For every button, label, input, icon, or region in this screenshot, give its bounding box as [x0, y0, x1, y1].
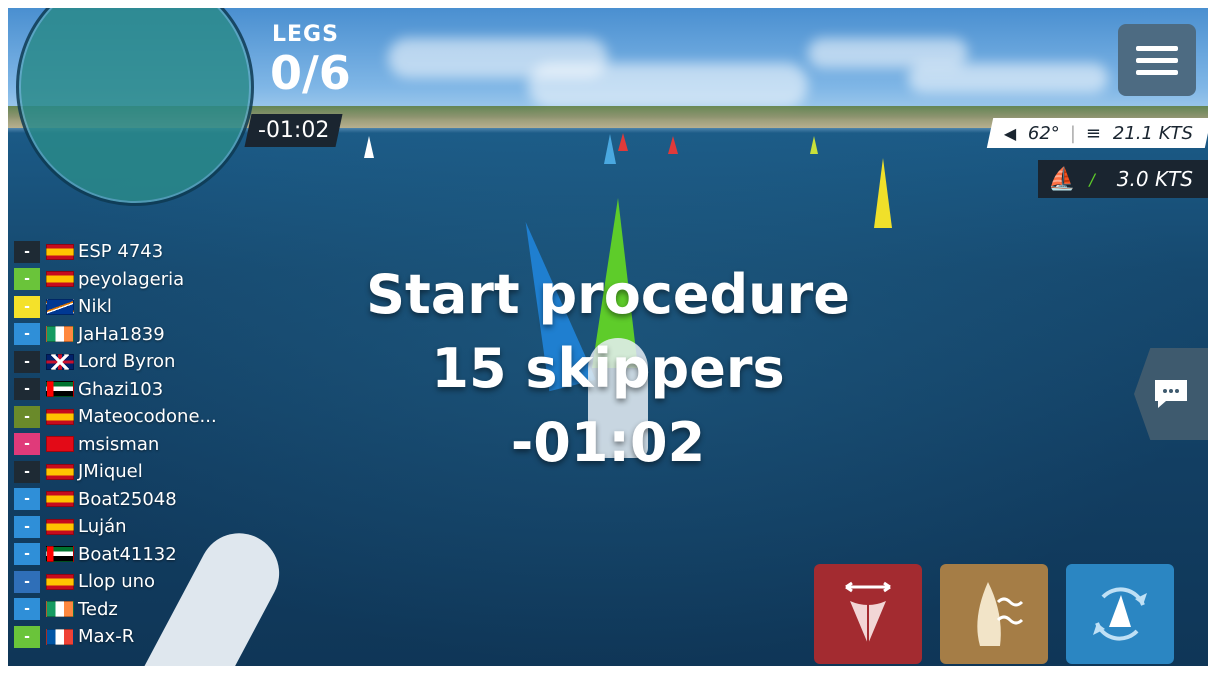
flag-icon — [46, 573, 74, 590]
start-overlay: Start procedure 15 skippers -01:02 — [8, 258, 1208, 480]
speed-indicator-icon: / — [1089, 169, 1095, 189]
legs-label: LEGS — [272, 22, 339, 47]
flag-icon — [46, 518, 74, 535]
distant-boat — [604, 134, 616, 164]
distant-boat — [618, 133, 628, 151]
overlay-skippers: 15 skippers — [431, 337, 785, 400]
skipper-name: Llop uno — [78, 571, 156, 593]
flag-icon — [46, 628, 74, 645]
wind-vane-icon: ◀ — [1004, 123, 1017, 143]
menu-button[interactable] — [1118, 24, 1196, 96]
sail-change-button[interactable] — [940, 564, 1048, 664]
rank-position: - — [14, 488, 40, 511]
wind-angle: 62° — [1028, 122, 1061, 144]
overlay-countdown: -01:02 — [510, 411, 706, 474]
tack-rotate-icon — [1093, 587, 1147, 641]
yellow-boat — [874, 158, 892, 228]
rank-position: - — [14, 598, 40, 621]
sail-trim-button[interactable] — [814, 564, 922, 664]
wind-info: ◀ 62° | ≡ 21.1 KTS — [986, 118, 1208, 148]
boat-speed: 3.0 KTS — [1116, 167, 1193, 191]
flag-icon — [46, 546, 74, 563]
rank-position: - — [14, 543, 40, 566]
skipper-name: Boat25048 — [78, 488, 177, 510]
skipper-name: Max-R — [78, 626, 135, 648]
overlay-title: Start procedure — [366, 263, 850, 326]
ranking-row[interactable]: - Luján — [14, 513, 234, 541]
distant-boat — [364, 136, 374, 158]
wind-speed: 21.1 KTS — [1113, 122, 1194, 144]
ranking-row[interactable]: - Llop uno — [14, 568, 234, 596]
race-timer-value: -01:02 — [258, 118, 330, 143]
skipper-name: Boat41132 — [78, 543, 177, 565]
flag-icon — [46, 491, 74, 508]
sail-waves-icon — [977, 582, 1024, 646]
distant-boat — [668, 136, 678, 154]
game-viewport: LEGS 0/6 -01:02 ◀ 62° | ≡ 21.1 KTS ⛵ / 3… — [8, 8, 1208, 666]
distant-boat — [810, 136, 818, 154]
sailboat-icon: ⛵ — [1048, 166, 1076, 192]
tack-button[interactable] — [1066, 564, 1174, 664]
chat-bubble-icon — [1155, 380, 1187, 408]
ranking-row[interactable]: - Tedz — [14, 596, 234, 624]
boat-speed-panel: ⛵ / 3.0 KTS — [1038, 160, 1208, 198]
skipper-name: Luján — [78, 516, 127, 538]
ranking-row[interactable]: - Boat25048 — [14, 486, 234, 514]
skipper-name: Tedz — [78, 598, 118, 620]
sail-trim-icon — [845, 581, 891, 644]
hamburger-icon — [1136, 45, 1178, 51]
rank-position: - — [14, 625, 40, 648]
legs-counter: 0/6 — [270, 46, 351, 100]
ranking-row[interactable]: - Boat41132 — [14, 541, 234, 569]
wind-icon: ≡ — [1086, 122, 1102, 144]
rank-position: - — [14, 570, 40, 593]
ranking-row[interactable]: - Max-R — [14, 623, 234, 651]
flag-icon — [46, 601, 74, 618]
rank-position: - — [14, 515, 40, 538]
race-timer: -01:02 — [244, 114, 343, 147]
